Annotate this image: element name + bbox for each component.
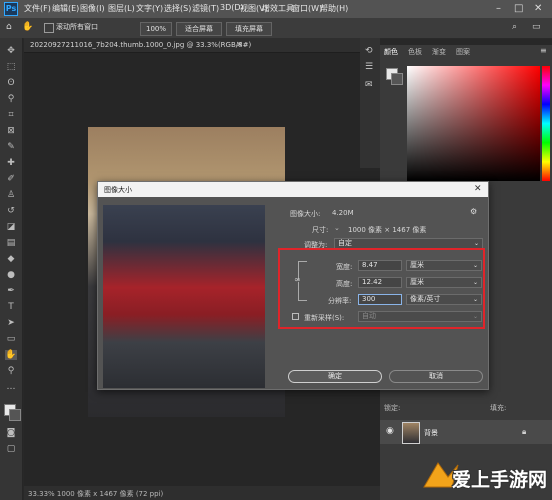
- blur-tool-icon[interactable]: ◆: [5, 254, 17, 264]
- home-icon[interactable]: ⌂: [6, 22, 12, 32]
- menu-file[interactable]: 文件(F): [24, 3, 51, 14]
- tools-panel: ✥ ⬚ ʘ ⚲ ⌗ ⊠ ✎ ✚ ✐ ♙ ↺ ◪ ▤ ◆ ● ✒ T ➤ ▭ ✋ …: [0, 38, 23, 500]
- hand-tool-icon[interactable]: ✋: [5, 350, 17, 360]
- layer-thumbnail: [402, 422, 420, 444]
- background-color-swatch[interactable]: [9, 409, 21, 421]
- image-size-label: 图像大小:: [290, 210, 321, 218]
- marquee-tool-icon[interactable]: ⬚: [5, 62, 17, 72]
- fit-screen-button[interactable]: 适合屏幕: [176, 22, 222, 36]
- scroll-all-label: 滚动所有窗口: [56, 23, 98, 31]
- lock-icon: 🔒︎: [522, 427, 527, 436]
- comments-icon[interactable]: ✉: [365, 80, 373, 90]
- dimensions-value: 1000 像素 × 1467 像素: [348, 226, 427, 234]
- move-tool-icon[interactable]: ✥: [5, 46, 17, 56]
- image-size-value: 4.20M: [332, 209, 354, 217]
- menu-select[interactable]: 选择(S): [164, 3, 191, 14]
- ok-button[interactable]: 确定: [288, 370, 382, 383]
- dialog-close-icon[interactable]: ✕: [474, 184, 482, 194]
- status-text: 33.33% 1000 像素 x 1467 像素 (72 ppi): [28, 490, 164, 498]
- layer-name: 背景: [424, 429, 438, 437]
- image-preview[interactable]: [103, 205, 265, 388]
- tab-swatches[interactable]: 色板: [408, 47, 422, 57]
- scroll-all-checkbox[interactable]: [44, 23, 54, 33]
- eraser-tool-icon[interactable]: ◪: [5, 222, 17, 232]
- zoom-tool-icon[interactable]: ⚲: [5, 366, 17, 376]
- healing-tool-icon[interactable]: ✚: [5, 158, 17, 168]
- photoshop-logo: Ps: [4, 2, 18, 16]
- options-bar: ⌂ ✋ 滚动所有窗口 100% 适合屏幕 填充屏幕 ⌕ ▭: [0, 18, 552, 39]
- minimize-icon[interactable]: –: [496, 3, 501, 14]
- highlight-box: [278, 248, 485, 329]
- history-brush-tool-icon[interactable]: ↺: [5, 206, 17, 216]
- fill-label: 填充:: [490, 404, 507, 412]
- dimensions-label: 尺寸:: [312, 226, 329, 234]
- pen-tool-icon[interactable]: ✒: [5, 286, 17, 296]
- search-icon[interactable]: ⌕: [512, 22, 517, 32]
- watermark-text: 爱上手游网: [452, 469, 548, 491]
- color-picker-field[interactable]: [407, 66, 540, 181]
- maximize-icon[interactable]: □: [514, 3, 523, 14]
- lock-label: 锁定:: [384, 404, 401, 412]
- frame-tool-icon[interactable]: ⊠: [5, 126, 17, 136]
- more-tools-icon[interactable]: …: [5, 382, 17, 392]
- quick-select-tool-icon[interactable]: ⚲: [5, 94, 17, 104]
- watermark: 爱上手游网: [418, 457, 548, 495]
- lasso-tool-icon[interactable]: ʘ: [5, 78, 17, 88]
- cancel-button[interactable]: 取消: [389, 370, 483, 383]
- zoom-100-button[interactable]: 100%: [140, 22, 172, 36]
- hand-tool-icon[interactable]: ✋: [22, 22, 33, 32]
- fit-to-value: 自定: [338, 239, 352, 247]
- tab-gradients[interactable]: 渐变: [432, 47, 446, 57]
- chevron-down-icon: ⌄: [473, 240, 479, 247]
- close-tab-icon[interactable]: ✕: [236, 40, 243, 49]
- eyedropper-tool-icon[interactable]: ✎: [5, 142, 17, 152]
- menu-plugins[interactable]: 增效工具: [262, 3, 294, 14]
- color-panel-tabs: 颜色 色板 渐变 图案 ≡: [380, 45, 552, 58]
- rectangle-tool-icon[interactable]: ▭: [5, 334, 17, 344]
- layer-row[interactable]: ◉ 背景 🔒︎: [380, 420, 552, 444]
- tab-patterns[interactable]: 图案: [456, 47, 470, 57]
- panel-icon-strip: ⟲ ☰ ✉: [360, 38, 380, 168]
- screen-mode-icon[interactable]: ▢: [5, 444, 17, 454]
- menu-edit[interactable]: 编辑(E): [52, 3, 79, 14]
- chevron-down-icon[interactable]: ⌄: [334, 224, 340, 232]
- dialog-title: 图像大小: [104, 186, 132, 194]
- crop-tool-icon[interactable]: ⌗: [5, 110, 17, 120]
- properties-icon[interactable]: ☰: [365, 62, 373, 72]
- panel-background-swatch[interactable]: [391, 73, 403, 85]
- status-bar: 33.33% 1000 像素 x 1467 像素 (72 ppi): [24, 486, 380, 500]
- visibility-eye-icon[interactable]: ◉: [386, 426, 394, 436]
- dodge-tool-icon[interactable]: ●: [5, 270, 17, 280]
- stamp-tool-icon[interactable]: ♙: [5, 190, 17, 200]
- type-tool-icon[interactable]: T: [5, 302, 17, 312]
- menu-help[interactable]: 帮助(H): [320, 3, 348, 14]
- quick-mask-icon[interactable]: ◙: [5, 428, 17, 438]
- fill-screen-button[interactable]: 填充屏幕: [226, 22, 272, 36]
- menu-type[interactable]: 文字(Y): [136, 3, 163, 14]
- brush-tool-icon[interactable]: ✐: [5, 174, 17, 184]
- menu-bar: Ps 文件(F) 编辑(E) 图像(I) 图层(L) 文字(Y) 选择(S) 滤…: [0, 0, 552, 18]
- path-select-tool-icon[interactable]: ➤: [5, 318, 17, 328]
- hue-slider[interactable]: [542, 66, 550, 181]
- dialog-titlebar: 图像大小 ✕: [98, 182, 488, 197]
- workspace-icon[interactable]: ▭: [532, 22, 541, 32]
- document-tab[interactable]: 20220927211016_7b204.thumb.1000_0.jpg @ …: [24, 38, 380, 53]
- gradient-tool-icon[interactable]: ▤: [5, 238, 17, 248]
- close-icon[interactable]: ✕: [534, 3, 542, 14]
- menu-window[interactable]: 窗口(W): [292, 3, 322, 14]
- menu-image[interactable]: 图像(I): [80, 3, 105, 14]
- tab-color[interactable]: 颜色: [384, 47, 398, 57]
- document-title: 20220927211016_7b204.thumb.1000_0.jpg @ …: [30, 41, 252, 49]
- menu-filter[interactable]: 滤镜(T): [192, 3, 219, 14]
- history-icon[interactable]: ⟲: [365, 46, 373, 56]
- panel-menu-icon[interactable]: ≡: [540, 46, 547, 55]
- gear-icon[interactable]: ⚙: [470, 207, 477, 216]
- menu-layer[interactable]: 图层(L): [108, 3, 135, 14]
